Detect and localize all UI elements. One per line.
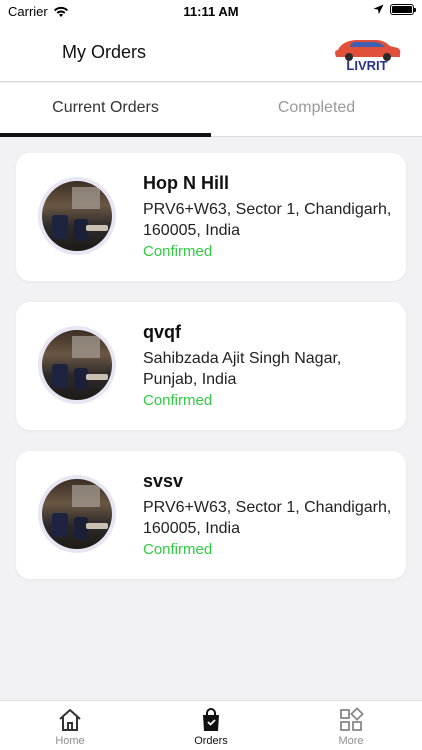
restaurant-avatar — [38, 177, 116, 255]
tab-current-orders[interactable]: Current Orders — [0, 83, 211, 137]
active-tab-indicator — [0, 133, 211, 137]
order-address: Sahibzada Ajit Singh Nagar, Punjab, Indi… — [143, 350, 342, 388]
restaurant-avatar — [38, 326, 116, 404]
order-status: Confirmed — [143, 541, 213, 558]
tabbar-item-home[interactable]: Home — [0, 707, 140, 747]
page-title: My Orders — [62, 42, 147, 62]
order-status: Confirmed — [143, 392, 213, 409]
tabbar-item-orders[interactable]: Orders — [141, 707, 281, 747]
tabbar-label-more: More — [338, 735, 364, 747]
order-tabs: Current Orders Completed — [0, 83, 422, 137]
status-right — [373, 4, 416, 15]
bag-icon — [203, 708, 219, 731]
tab-completed[interactable]: Completed — [211, 83, 422, 137]
status-time: 11:11 AM — [183, 4, 239, 19]
location-arrow-icon — [373, 4, 384, 15]
order-name: qvqf — [143, 322, 181, 342]
battery-icon — [390, 4, 416, 15]
livrit-logo: LIVRIT — [335, 40, 401, 72]
tabbar-label-home: Home — [55, 735, 85, 747]
status-bar: Carrier 11:11 AM — [0, 0, 422, 22]
orders-list: Hop N Hill PRV6+W63, Sector 1, Chandigar… — [16, 153, 406, 600]
bottom-tab-bar: Home Orders More — [0, 700, 422, 750]
home-icon — [59, 709, 81, 731]
order-name: svsv — [143, 471, 184, 491]
restaurant-avatar — [38, 475, 116, 553]
screen: Carrier 11:11 AM My Orders LIVRIT Curren… — [0, 0, 422, 750]
header: My Orders LIVRIT — [0, 22, 422, 82]
order-name: Hop N Hill — [143, 173, 229, 193]
order-address: PRV6+W63, Sector 1, Chandigarh, 160005, … — [143, 201, 392, 239]
order-card[interactable]: svsv PRV6+W63, Sector 1, Chandigarh, 160… — [16, 451, 406, 579]
order-card[interactable]: qvqf Sahibzada Ajit Singh Nagar, Punjab,… — [16, 302, 406, 430]
tabbar-item-more[interactable]: More — [281, 707, 421, 747]
logo-text: LIVRIT — [346, 58, 387, 72]
tabbar-label-orders: Orders — [194, 735, 228, 747]
grid-icon — [340, 707, 364, 731]
order-status: Confirmed — [143, 243, 213, 260]
order-address: PRV6+W63, Sector 1, Chandigarh, 160005, … — [143, 499, 392, 537]
order-card[interactable]: Hop N Hill PRV6+W63, Sector 1, Chandigar… — [16, 153, 406, 281]
